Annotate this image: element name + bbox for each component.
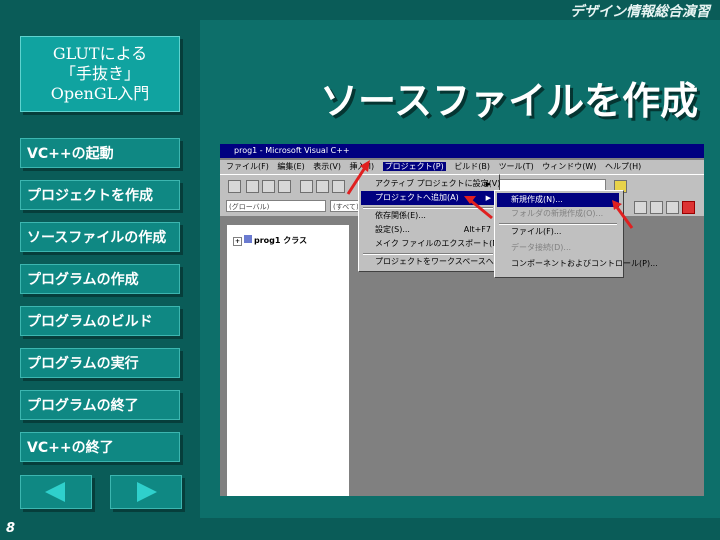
- page-number: 8: [6, 521, 16, 536]
- nav-vc-exit[interactable]: VC++の終了: [20, 432, 180, 462]
- prev-button[interactable]: [20, 475, 92, 509]
- logo-line3: OpenGL入門: [50, 84, 150, 103]
- triangle-right-icon: [137, 482, 157, 502]
- logo-line1: GLUTによる: [52, 44, 148, 63]
- nav-create-source[interactable]: ソースファイルの作成: [20, 222, 180, 252]
- vc-screenshot: prog1 - Microsoft Visual C++ ファイル(F) 編集(…: [220, 144, 704, 496]
- red-arrow-icon: [346, 160, 370, 195]
- red-arrow-icon: [612, 200, 634, 229]
- nav-run-program[interactable]: プログラムの実行: [20, 348, 180, 378]
- nav-end-program[interactable]: プログラムの終了: [20, 390, 180, 420]
- footer-band: [0, 518, 720, 540]
- triangle-left-icon: [45, 482, 65, 502]
- nav-create-project[interactable]: プロジェクトを作成: [20, 180, 180, 210]
- logo-line2: 「手抜き」: [59, 64, 140, 83]
- annotation-arrows: [346, 160, 634, 229]
- nav-vc-start[interactable]: VC++の起動: [20, 138, 180, 168]
- next-button[interactable]: [110, 475, 182, 509]
- logo-box: GLUTによる 「手抜き」 OpenGL入門: [20, 36, 180, 112]
- red-arrow-icon: [464, 196, 493, 220]
- nav-write-program[interactable]: プログラムの作成: [20, 264, 180, 294]
- header-band: デザイン情報総合演習: [200, 0, 720, 20]
- nav-build-program[interactable]: プログラムのビルド: [20, 306, 180, 336]
- header-title: デザイン情報総合演習: [570, 4, 710, 20]
- page-title: ソースファイルを作成: [320, 79, 699, 123]
